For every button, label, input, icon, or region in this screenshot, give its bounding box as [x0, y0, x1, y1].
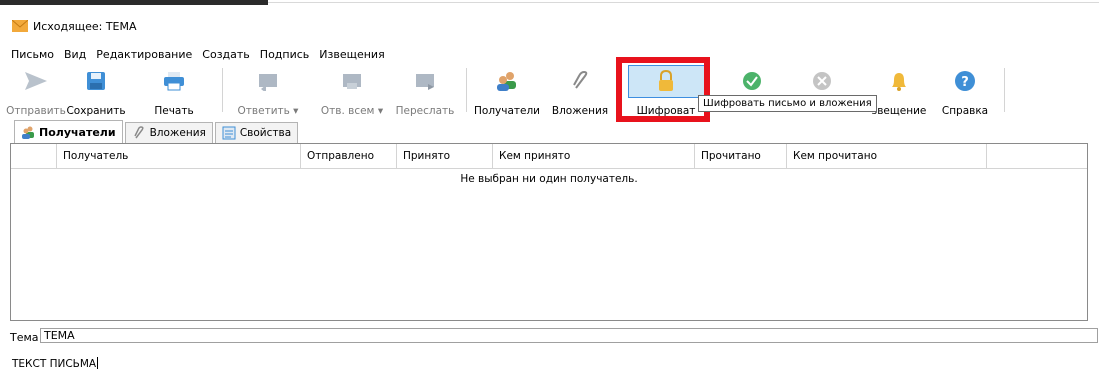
- column-recipient[interactable]: Получатель: [57, 144, 301, 168]
- recipients-grid[interactable]: Получатель Отправлено Принято Кем принят…: [10, 143, 1088, 321]
- envelope-icon: [11, 19, 29, 32]
- text-caret: [97, 357, 99, 369]
- reply-button[interactable]: Ответить ▾: [228, 62, 308, 118]
- reply-all-icon: [337, 66, 367, 96]
- recipients-button[interactable]: Получатели: [472, 62, 542, 118]
- encrypt-tooltip: Шифровать письмо и вложения: [698, 95, 877, 112]
- column-read-by[interactable]: Кем прочитано: [787, 144, 987, 168]
- column-read[interactable]: Прочитано: [695, 144, 787, 168]
- menu-item-signature[interactable]: Подпись: [255, 48, 314, 61]
- grid-header-blank: [11, 144, 57, 168]
- paperclip-icon: [132, 126, 146, 140]
- save-disk-icon: [81, 66, 111, 96]
- subject-row: Тема ТЕМА: [0, 326, 1099, 346]
- send-arrow-icon: [21, 66, 51, 96]
- toolbar-separator: [222, 68, 223, 112]
- toolbar-separator: [1004, 68, 1005, 112]
- reply-all-dropdown-icon[interactable]: ▾: [378, 105, 383, 117]
- grid-empty-message: Не выбран ни один получатель.: [460, 173, 638, 185]
- message-text: ТЕКСТ ПИСЬМА: [12, 358, 97, 370]
- window-title: Исходящее: ТЕМА: [33, 19, 137, 33]
- help-button[interactable]: ? Справка: [938, 62, 992, 118]
- print-button[interactable]: Печать: [128, 62, 220, 118]
- properties-icon: [222, 126, 236, 140]
- tab-bar: Получатели Вложения Свойства: [14, 120, 300, 143]
- tab-properties[interactable]: Свойства: [214, 122, 299, 143]
- printer-icon: [159, 66, 189, 96]
- toolbar: Отправить Сохранить Печать Ответить ▾ От…: [6, 62, 1098, 118]
- bell-icon: [884, 66, 914, 96]
- subject-input[interactable]: ТЕМА: [40, 328, 1098, 343]
- grid-header: Получатель Отправлено Принято Кем принят…: [11, 144, 1087, 169]
- menu-bar: Письмо Вид Редактирование Создать Подпис…: [6, 45, 390, 63]
- menu-item-notices[interactable]: Извещения: [314, 48, 389, 61]
- subject-label: Тема: [10, 331, 39, 344]
- x-badge-icon: [807, 66, 837, 96]
- column-received[interactable]: Принято: [397, 144, 493, 168]
- encrypt-highlight-box: [616, 57, 710, 122]
- menu-item-letter[interactable]: Письмо: [6, 48, 59, 61]
- message-body[interactable]: ТЕКСТ ПИСЬМА: [12, 357, 99, 370]
- check-badge-icon: [737, 66, 767, 96]
- window-top-border: [0, 0, 1099, 5]
- forward-button[interactable]: Переслать: [392, 62, 458, 118]
- tab-attachments[interactable]: Вложения: [124, 122, 213, 143]
- column-received-by[interactable]: Кем принято: [493, 144, 695, 168]
- tab-recipients[interactable]: Получатели: [14, 120, 123, 143]
- help-icon: ?: [950, 66, 980, 96]
- send-button[interactable]: Отправить: [6, 62, 66, 118]
- save-button[interactable]: Сохранить: [64, 62, 128, 118]
- svg-text:?: ?: [961, 75, 969, 90]
- forward-icon: [410, 66, 440, 96]
- paperclip-icon: [565, 66, 595, 96]
- column-sent[interactable]: Отправлено: [301, 144, 397, 168]
- users-icon: [21, 125, 35, 139]
- reply-dropdown-icon[interactable]: ▾: [293, 105, 298, 117]
- reply-all-button[interactable]: Отв. всем ▾: [312, 62, 392, 118]
- menu-item-create[interactable]: Создать: [197, 48, 255, 61]
- toolbar-separator: [466, 68, 467, 112]
- menu-item-view[interactable]: Вид: [59, 48, 91, 61]
- menu-item-edit[interactable]: Редактирование: [91, 48, 197, 61]
- title-bar: Исходящее: ТЕМА: [0, 16, 1099, 36]
- users-icon: [492, 66, 522, 96]
- reply-icon: [253, 66, 283, 96]
- attachments-button[interactable]: Вложения: [544, 62, 616, 118]
